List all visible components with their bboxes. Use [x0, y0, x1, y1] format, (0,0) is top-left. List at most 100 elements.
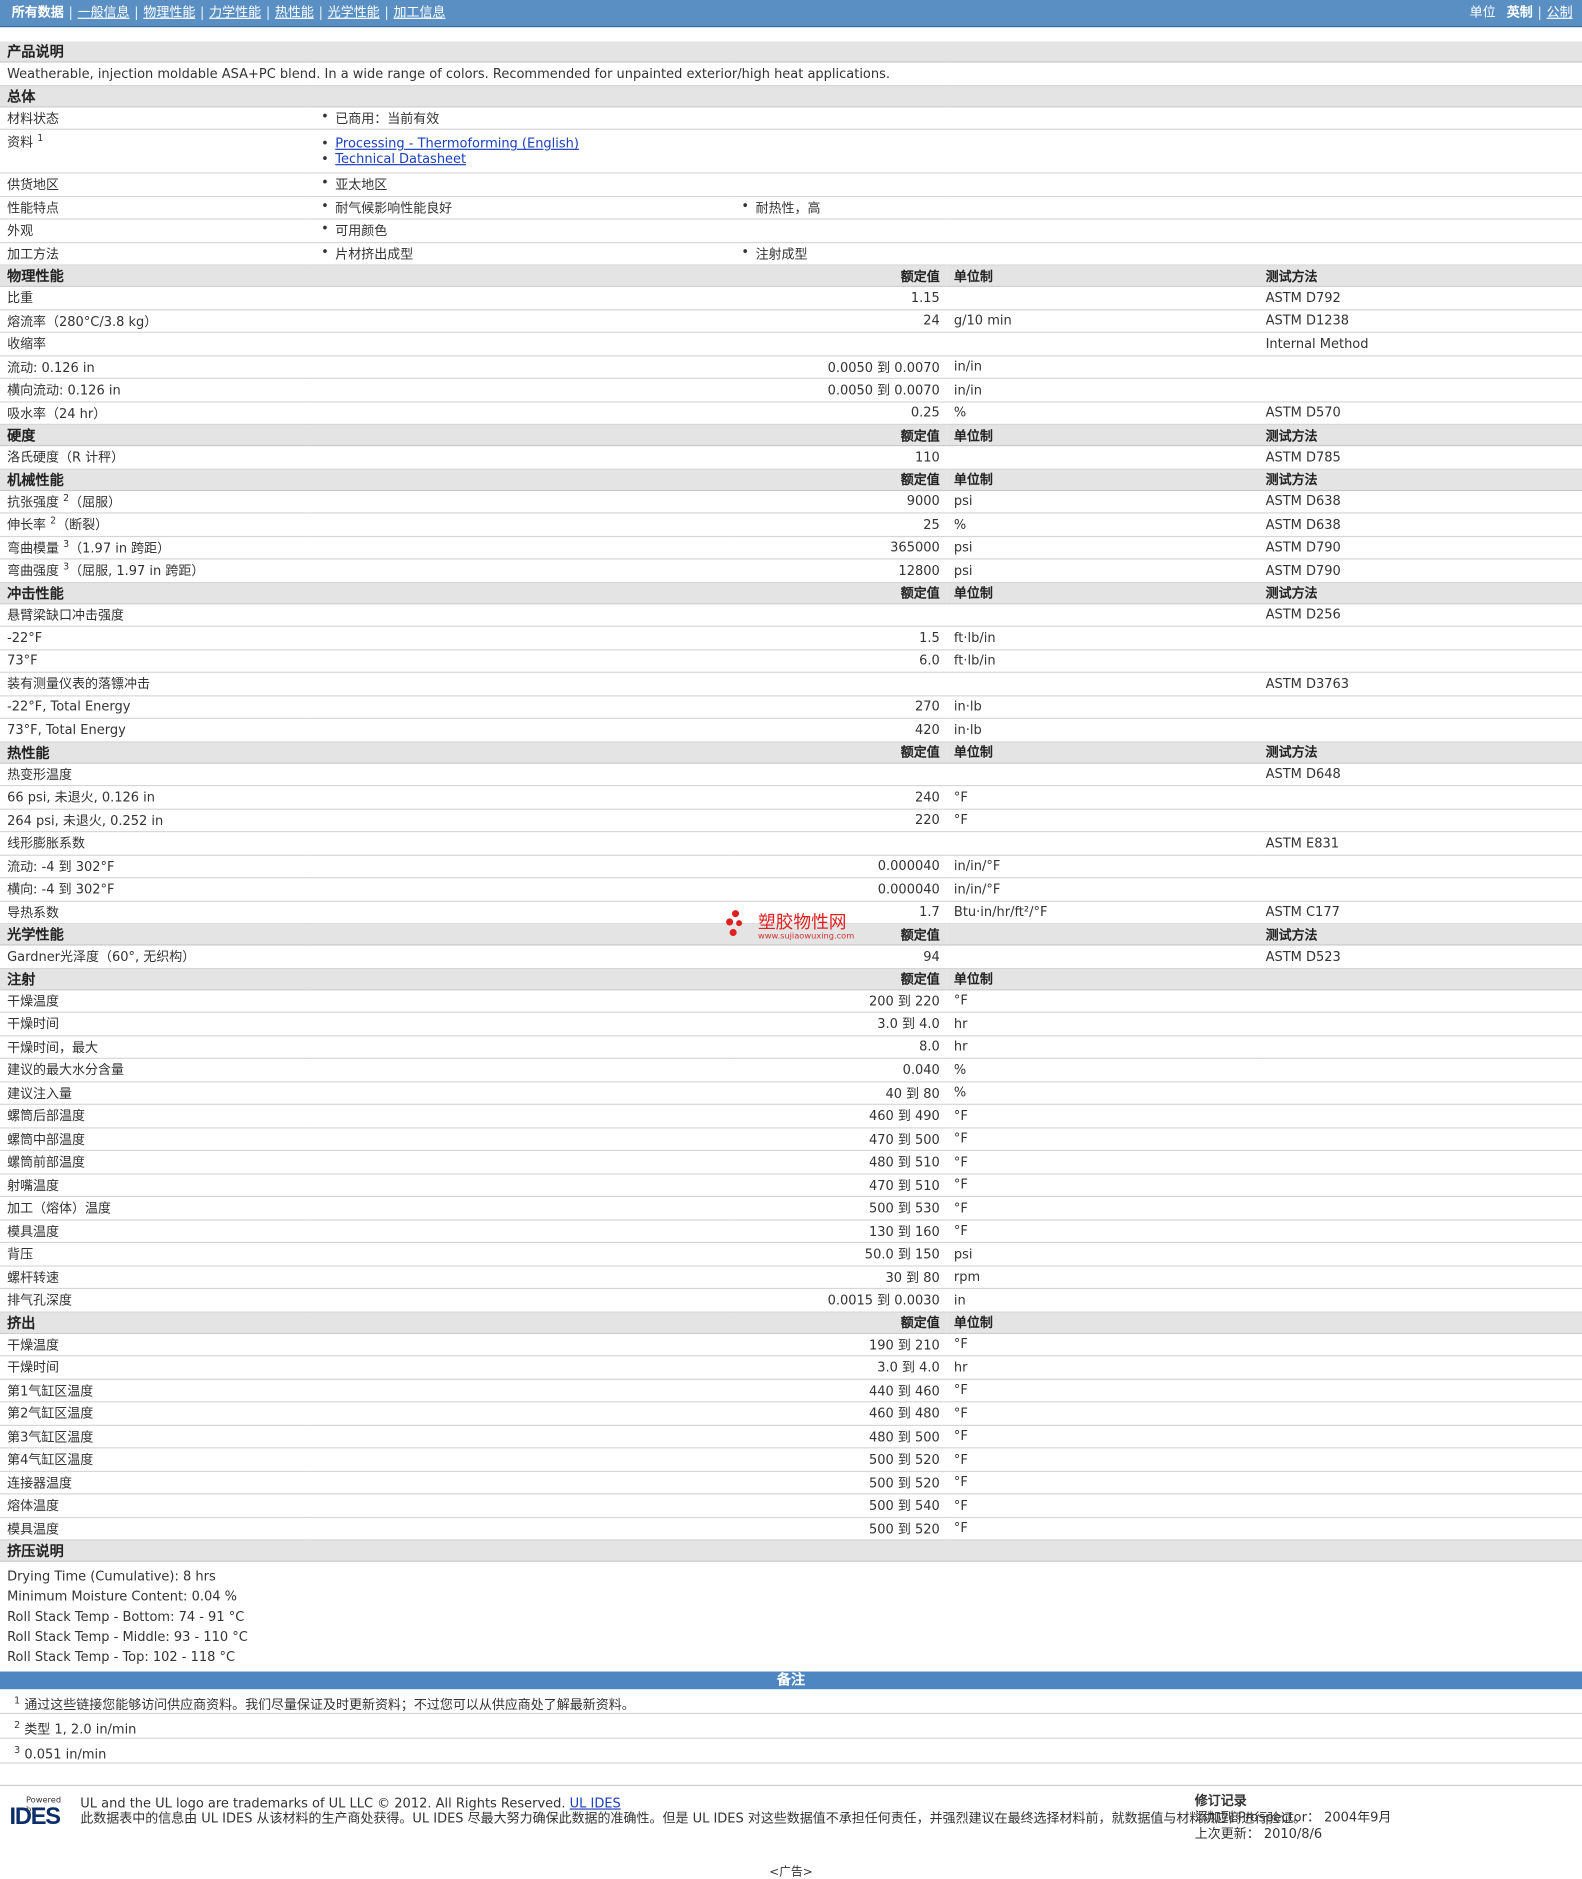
- nav-general-info[interactable]: 一般信息: [78, 5, 130, 20]
- nominal-header: 额定值: [731, 741, 947, 764]
- property-value: 470 到 510: [731, 1173, 947, 1197]
- property-unit: [946, 332, 1259, 356]
- property-label: 模具温度: [0, 1516, 732, 1541]
- doc-link-thermoforming[interactable]: Processing - Thermoforming (English): [335, 136, 579, 151]
- nav-all-data[interactable]: 所有数据: [12, 5, 64, 20]
- ul-ides-link[interactable]: UL IDES: [570, 1795, 621, 1810]
- property-row: 洛氏硬度（R 计秤） 110 ASTM D785: [0, 445, 1582, 470]
- nominal-header: 额定值: [731, 424, 947, 447]
- features-row: 性能特点 耐气候影响性能良好 耐热性，高: [0, 195, 1582, 220]
- region-value: 亚太地区: [319, 175, 1575, 194]
- unit-metric-link[interactable]: 公制: [1547, 5, 1573, 20]
- material-status-label: 材料状态: [0, 106, 312, 130]
- section-title: 硬度: [0, 424, 732, 447]
- section-header-extrusion: 挤出 额定值 单位制: [0, 1311, 1582, 1334]
- property-row: 弯曲模量 3（1.97 in 跨距） 365000 psi ASTM D790: [0, 535, 1582, 560]
- section-title: 挤出: [0, 1311, 732, 1334]
- property-unit: °F: [946, 1150, 1259, 1174]
- test-method: [1258, 1081, 1582, 1105]
- property-row: 流动: 0.126 in 0.0050 到 0.0070 in/in: [0, 355, 1582, 379]
- test-method: [1258, 1219, 1582, 1244]
- property-label: 建议的最大水分含量: [0, 1058, 732, 1082]
- property-value: 500 到 520: [731, 1516, 947, 1541]
- footnote-number: 3: [14, 1744, 21, 1756]
- nominal-header: 额定值: [731, 581, 947, 604]
- property-value: 30 到 80: [731, 1265, 947, 1290]
- section-nav: 所有数据 | 一般信息 | 物理性能 | 力学性能 | 热性能 | 光学性能 | 加工信息: [11, 4, 446, 21]
- property-row: 伸长率 2（断裂） 25% ASTM D638: [0, 512, 1582, 537]
- nav-physical[interactable]: 物理性能: [143, 5, 195, 20]
- test-method: [1258, 1150, 1582, 1174]
- property-label: 洛氏硬度（R 计秤）: [0, 445, 732, 470]
- property-value: 460 到 480: [731, 1401, 947, 1426]
- property-label: 热变形温度: [0, 762, 732, 787]
- test-method: ASTM D638: [1258, 512, 1582, 537]
- property-unit: °F: [946, 1447, 1259, 1472]
- documents-row: 资料 1 Processing - Thermoforming (English…: [0, 129, 1582, 174]
- property-label: 流动: -4 到 302°F: [0, 854, 732, 879]
- property-value: 0.000040: [731, 854, 947, 879]
- unit-header: 单位制: [946, 265, 1259, 287]
- section-header-injection: 注射 额定值 单位制: [0, 967, 1582, 990]
- property-label: -22°F: [0, 626, 732, 650]
- test-method: ASTM D638: [1258, 489, 1582, 514]
- test-method: [1258, 626, 1582, 650]
- doc-link-technical-datasheet[interactable]: Technical Datasheet: [335, 151, 466, 166]
- property-value: 1.15: [731, 286, 947, 310]
- unit-switcher: 单位 英制 | 公制: [1469, 4, 1573, 21]
- property-value: 12800: [731, 558, 947, 583]
- property-value: 40 到 80: [731, 1081, 947, 1105]
- test-method: [1258, 378, 1582, 402]
- unit-header: [946, 923, 1259, 946]
- property-row: 73°F 6.0 ft·lb/in: [0, 649, 1582, 673]
- property-label: 弯曲模量 3（1.97 in 跨距）: [0, 535, 732, 560]
- property-row: 排气孔深度 0.0015 到 0.0030 in: [0, 1288, 1582, 1313]
- unit-english[interactable]: 英制: [1507, 5, 1533, 20]
- property-unit: %: [946, 401, 1259, 425]
- nav-optical[interactable]: 光学性能: [328, 5, 380, 20]
- footnote-text: 通过这些链接您能够访问供应商资料。我们尽量保证及时更新资料；不过您可以从供应商处…: [24, 1697, 635, 1713]
- product-description-row: Weatherable, injection moldable ASA+PC b…: [0, 61, 1582, 86]
- property-row: 66 psi, 未退火, 0.126 in 240 °F: [0, 785, 1582, 810]
- property-unit: %: [946, 1058, 1259, 1082]
- property-value: 1.5: [731, 626, 947, 650]
- disclaimer-text: 此数据表中的信息由 UL IDES 从该材料的生产商处获得。UL IDES 尽最…: [80, 1810, 1307, 1827]
- property-unit: °F: [946, 1332, 1259, 1357]
- extrusion-note-line: Minimum Moisture Content: 0.04 %: [7, 1588, 237, 1605]
- property-row: Gardner光泽度（60°, 无织构） 94 ASTM D523: [0, 944, 1582, 969]
- property-unit: °F: [946, 989, 1259, 1013]
- property-label: Gardner光泽度（60°, 无织构）: [0, 944, 732, 969]
- property-value: [731, 332, 947, 356]
- unit-header: 单位制: [946, 468, 1259, 491]
- property-row: 熔体温度 500 到 540 °F: [0, 1493, 1582, 1518]
- property-label: 螺杆转速: [0, 1265, 732, 1290]
- nav-thermal[interactable]: 热性能: [275, 5, 314, 20]
- watermark-dots-icon: [726, 910, 743, 937]
- property-label: 熔体温度: [0, 1493, 732, 1518]
- processing-method-label: 加工方法: [0, 241, 312, 266]
- property-row: 第2气缸区温度 460 到 480 °F: [0, 1401, 1582, 1426]
- property-unit: °F: [946, 1196, 1259, 1220]
- nav-processing[interactable]: 加工信息: [394, 5, 446, 20]
- test-method: [1258, 718, 1582, 742]
- section-title: 注射: [0, 967, 732, 990]
- nav-mechanical[interactable]: 力学性能: [209, 5, 261, 20]
- property-row: 热变形温度 ASTM D648: [0, 762, 1582, 787]
- property-unit: psi: [946, 489, 1259, 514]
- test-method: ASTM D523: [1258, 944, 1582, 969]
- property-row: 模具温度 500 到 520 °F: [0, 1516, 1582, 1541]
- property-row: -22°F, Total Energy 270 in·lb: [0, 695, 1582, 719]
- property-label: 模具温度: [0, 1219, 732, 1244]
- property-unit: °F: [946, 1219, 1259, 1244]
- property-unit: hr: [946, 1012, 1259, 1036]
- property-value: 0.0050 到 0.0070: [731, 378, 947, 402]
- property-label: 比重: [0, 286, 732, 310]
- property-unit: ft·lb/in: [946, 626, 1259, 650]
- footnote-number: 2: [14, 1719, 21, 1731]
- property-label: 弯曲强度 3（屈服, 1.97 in 跨距）: [0, 558, 732, 583]
- property-unit: [946, 944, 1259, 969]
- property-label: 流动: 0.126 in: [0, 355, 732, 379]
- property-value: 470 到 500: [731, 1127, 947, 1151]
- property-value: 3.0 到 4.0: [731, 1012, 947, 1036]
- documents-label: 资料: [7, 134, 34, 150]
